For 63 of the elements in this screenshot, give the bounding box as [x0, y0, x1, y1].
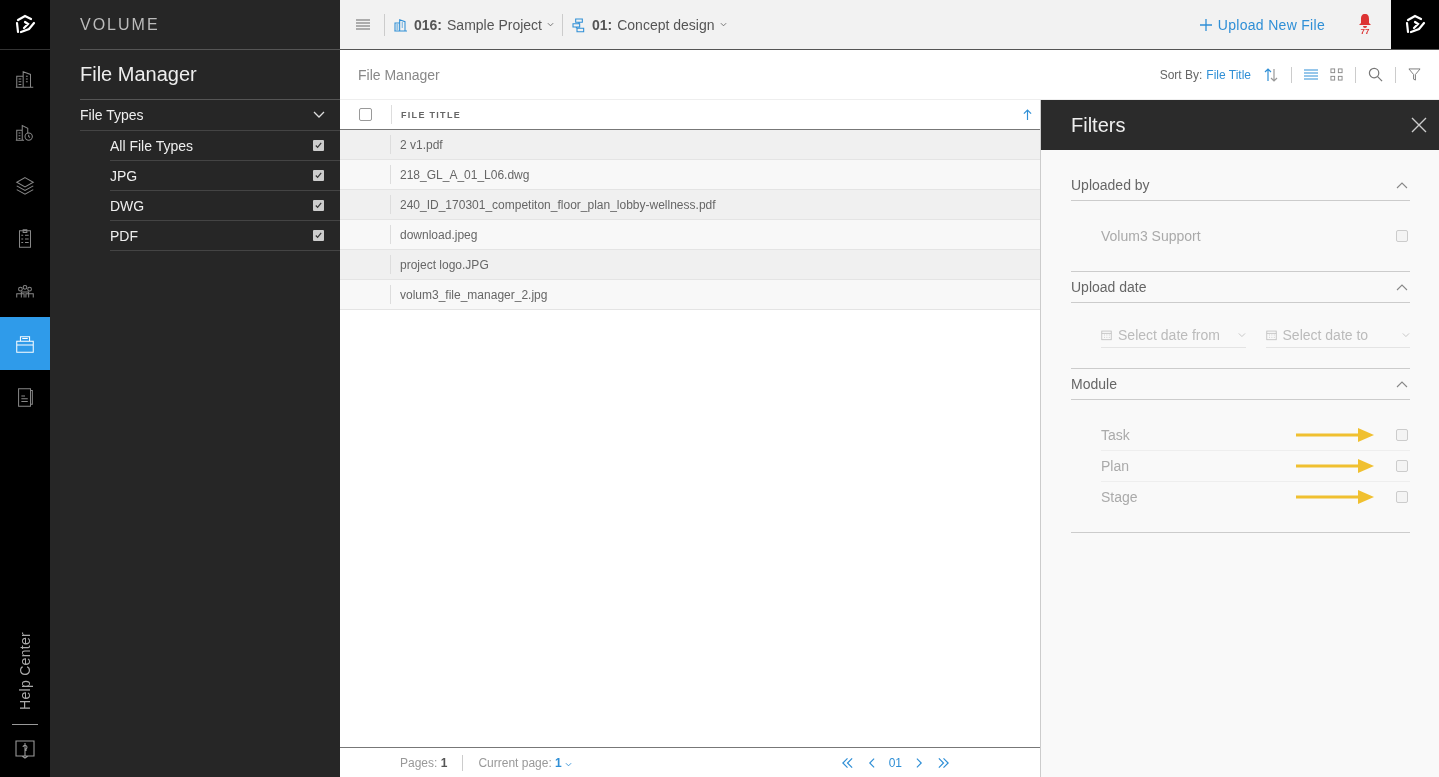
filter-section-title[interactable]: Uploaded by: [1071, 177, 1150, 193]
flow-icon: [570, 16, 587, 33]
menu-icon[interactable]: [356, 18, 370, 31]
checkbox[interactable]: [1396, 491, 1408, 503]
file-type-label: DWG: [110, 197, 145, 214]
caret-icon: [719, 22, 727, 27]
nav-item[interactable]: [0, 317, 50, 370]
checkbox[interactable]: [313, 140, 324, 151]
brand-logo: VOLUME: [80, 15, 160, 34]
current-page-dropdown[interactable]: Current page: 1: [478, 755, 573, 770]
sort-order-icon[interactable]: [1263, 67, 1279, 82]
filter-option-label: Plan: [1101, 458, 1131, 474]
checkbox[interactable]: [1396, 429, 1408, 441]
bell-icon[interactable]: [1359, 13, 1371, 28]
section-title[interactable]: File Types: [80, 107, 144, 123]
filter-icon[interactable]: [1408, 68, 1421, 81]
checkbox[interactable]: [1396, 230, 1408, 242]
pages-count: Pages: 1: [400, 755, 448, 770]
select-all-checkbox[interactable]: [359, 108, 372, 121]
grid-view-icon[interactable]: [1330, 68, 1343, 81]
project-dropdown[interactable]: 016: Sample Project: [385, 16, 562, 33]
list-view-icon[interactable]: [1304, 68, 1318, 81]
sort-label: Sort By:: [1159, 67, 1203, 82]
filter-option-label: Task: [1101, 427, 1131, 443]
file-type-label: JPG: [110, 167, 138, 184]
caret-icon: [546, 22, 554, 27]
previous-page-icon[interactable]: [867, 756, 875, 769]
help-center-link[interactable]: Help Center: [17, 632, 33, 710]
file-name-cell[interactable]: 218_GL_A_01_L06.dwg: [400, 167, 530, 182]
file-name-cell[interactable]: project logo.JPG: [400, 257, 489, 272]
sort-arrow-icon[interactable]: [1023, 109, 1032, 120]
checkbox[interactable]: [1396, 460, 1408, 472]
next-page-icon[interactable]: [916, 756, 923, 769]
breadcrumb-title: File Manager: [358, 66, 440, 83]
first-page-icon[interactable]: [840, 756, 854, 769]
last-page-icon[interactable]: [937, 756, 950, 769]
filter-section-title[interactable]: Module: [1071, 376, 1117, 392]
file-type-label: All File Types: [110, 137, 193, 154]
plus-icon: [1199, 18, 1212, 31]
file-name-cell[interactable]: 2 v1.pdf: [400, 137, 443, 152]
building-icon: [393, 16, 409, 33]
panel-title: Filters: [1071, 113, 1126, 137]
file-name-cell[interactable]: download.jpeg: [400, 227, 478, 242]
help-book-icon[interactable]: [12, 737, 38, 761]
filter-option-label: Stage: [1101, 489, 1139, 505]
date-field[interactable]: Select date from: [1118, 327, 1232, 343]
filter-option-label: Volum3 Support: [1101, 228, 1202, 244]
sort-field-link[interactable]: File Title: [1206, 67, 1251, 82]
column-header[interactable]: FILE TITLE: [401, 109, 461, 120]
caret-icon: [565, 761, 573, 767]
checkbox[interactable]: [313, 230, 324, 241]
search-icon[interactable]: [1368, 67, 1383, 82]
upload-button[interactable]: Upload New File: [1193, 15, 1331, 34]
filter-section-title[interactable]: Upload date: [1071, 279, 1147, 295]
notification-count: 77: [1360, 27, 1370, 36]
stage-dropdown[interactable]: 01: Concept design: [562, 16, 735, 33]
page-number: 01: [888, 755, 902, 770]
file-type-label: PDF: [110, 227, 138, 244]
close-icon[interactable]: [1411, 117, 1427, 133]
date-field[interactable]: Select date to: [1282, 327, 1397, 343]
checkbox[interactable]: [313, 170, 324, 181]
checkbox[interactable]: [313, 200, 324, 211]
file-name-cell[interactable]: volum3_file_manager_2.jpg: [400, 287, 548, 302]
